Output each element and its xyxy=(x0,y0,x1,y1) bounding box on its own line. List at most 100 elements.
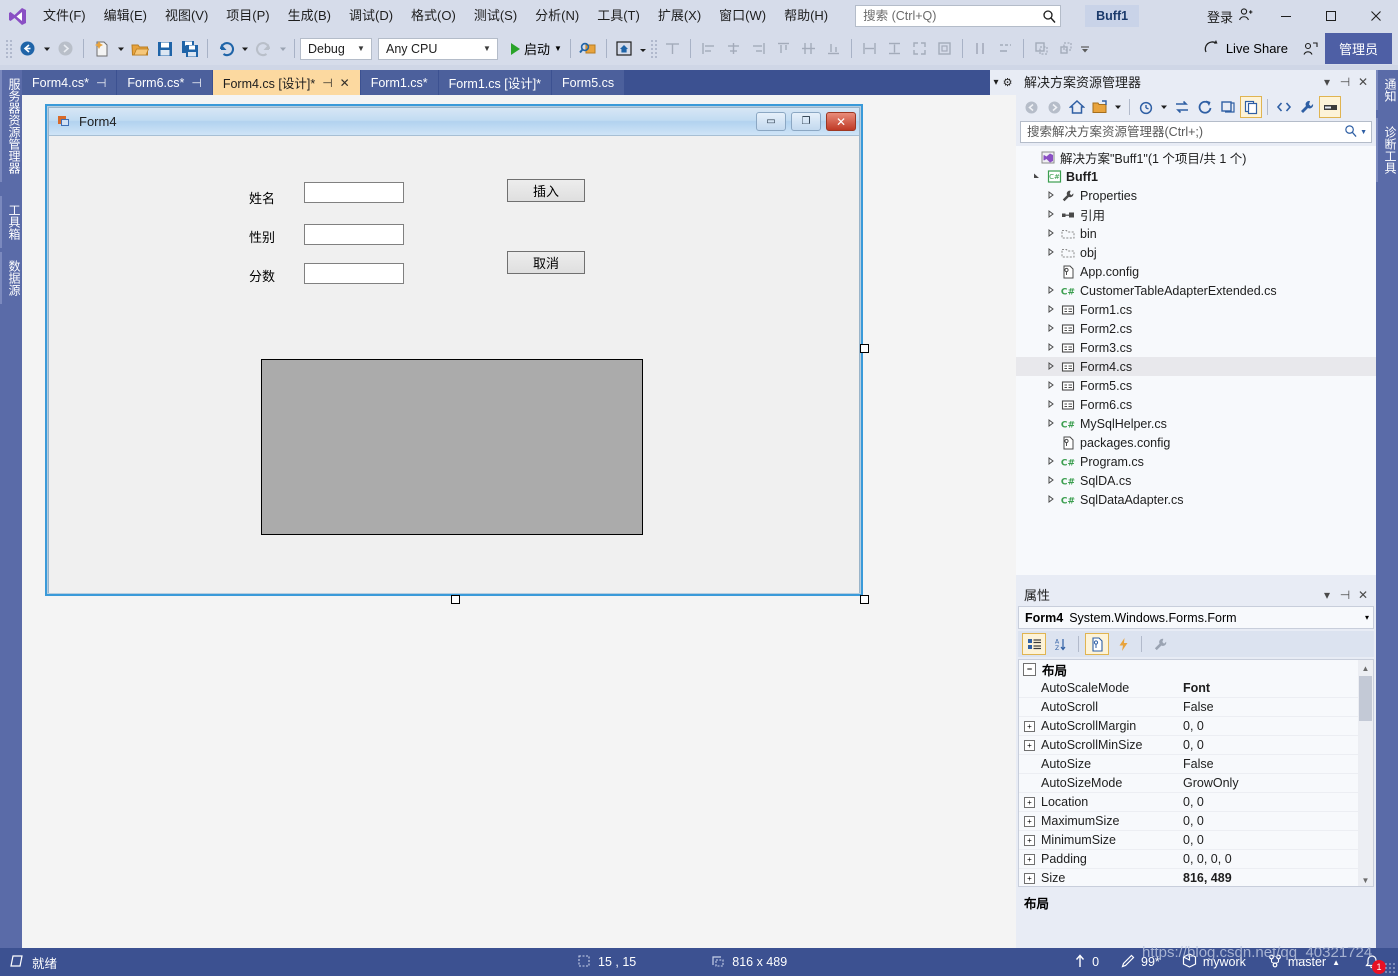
tree-node-form5-cs[interactable]: Form5.cs xyxy=(1016,376,1376,395)
row-expander[interactable]: + xyxy=(1024,815,1035,827)
collapse-all-icon[interactable] xyxy=(1217,96,1239,118)
show-all-files-icon[interactable] xyxy=(1240,96,1262,118)
back-icon[interactable] xyxy=(1020,96,1042,118)
tree-expander[interactable] xyxy=(1044,418,1058,429)
property-pages-wrench-icon[interactable] xyxy=(1148,633,1172,655)
scroll-thumb[interactable] xyxy=(1359,676,1372,721)
row-expander[interactable]: + xyxy=(1024,796,1035,808)
label-gender[interactable]: 性别 xyxy=(249,227,275,246)
menu-extensions[interactable]: 扩展(X) xyxy=(649,0,710,32)
redo-icon[interactable] xyxy=(251,36,276,61)
property-row-autoscalemode[interactable]: AutoScaleMode Font xyxy=(1019,679,1373,698)
tree-expander[interactable] xyxy=(1044,380,1058,391)
history-icon[interactable] xyxy=(1135,96,1157,118)
view-code-icon[interactable] xyxy=(1273,96,1295,118)
row-expander[interactable]: + xyxy=(1024,739,1035,751)
resize-handle-bottom[interactable] xyxy=(451,595,460,604)
tree-expander[interactable] xyxy=(1044,456,1058,467)
property-value[interactable]: 816, 489 xyxy=(1183,871,1373,885)
row-expander[interactable]: + xyxy=(1024,834,1035,846)
tab-overflow-icon[interactable]: ▾ xyxy=(994,77,999,88)
panel-menu-icon[interactable]: ▾ xyxy=(1318,75,1336,89)
tree-node-program-cs[interactable]: C# Program.cs xyxy=(1016,452,1376,471)
navigate-back-dropdown-icon[interactable] xyxy=(40,36,53,61)
pin-icon[interactable]: ⊣ xyxy=(322,76,332,90)
solution-search-input[interactable] xyxy=(1027,125,1345,139)
tree-node-project-buff1[interactable]: C# Buff1 xyxy=(1016,167,1376,186)
tree-node-solution[interactable]: 解决方案"Buff1"(1 个项目/共 1 个) xyxy=(1016,148,1376,167)
property-value[interactable]: False xyxy=(1183,757,1373,771)
tree-node-form2-cs[interactable]: Form2.cs xyxy=(1016,319,1376,338)
branch-caret-icon[interactable]: ▲ xyxy=(1332,958,1340,967)
toolbar-overflow-icon[interactable] xyxy=(1079,36,1092,61)
window-minimize-button[interactable] xyxy=(1263,0,1308,32)
form-maximize-button[interactable]: ❐ xyxy=(791,112,821,131)
send-feedback-icon[interactable] xyxy=(1298,36,1323,61)
tree-expander[interactable] xyxy=(1044,304,1058,315)
property-row-autosizemode[interactable]: AutoSizeMode GrowOnly xyxy=(1019,774,1373,793)
solution-configuration-combo[interactable]: Debug ▼ xyxy=(300,37,372,60)
property-value[interactable]: 0, 0 xyxy=(1183,795,1373,809)
tree-expander[interactable] xyxy=(1044,342,1058,353)
form-minimize-button[interactable]: ▭ xyxy=(756,112,786,131)
sync-icon[interactable] xyxy=(1171,96,1193,118)
scroll-down-icon[interactable]: ▼ xyxy=(1358,872,1373,886)
refresh-icon[interactable] xyxy=(1194,96,1216,118)
tab-form1-cs-design[interactable]: Form1.cs [设计]* xyxy=(438,70,553,95)
tree-expander[interactable] xyxy=(1044,285,1058,296)
window-maximize-button[interactable] xyxy=(1308,0,1353,32)
pin-icon[interactable]: ⊣ xyxy=(191,76,201,90)
save-icon[interactable] xyxy=(152,36,177,61)
form-close-button[interactable]: ✕ xyxy=(826,112,856,131)
tree-node-form1-cs[interactable]: Form1.cs xyxy=(1016,300,1376,319)
sign-in-button[interactable]: 登录 xyxy=(1197,7,1263,26)
solution-explorer-search[interactable]: ▼ xyxy=(1020,121,1372,143)
tree-expander[interactable] xyxy=(1030,172,1044,182)
tree-expander[interactable] xyxy=(1044,399,1058,410)
start-debug-button[interactable]: 启动 ▼ xyxy=(506,36,565,61)
property-row-autoscrollmargin[interactable]: + AutoScrollMargin 0, 0 xyxy=(1019,717,1373,736)
property-value[interactable]: 0, 0 xyxy=(1183,719,1373,733)
menu-project[interactable]: 项目(P) xyxy=(217,0,278,32)
tab-form5-cs[interactable]: Form5.cs xyxy=(552,70,626,95)
save-all-icon[interactable] xyxy=(177,36,202,61)
tree-node-bin[interactable]: bin xyxy=(1016,224,1376,243)
solution-tree[interactable]: 解决方案"Buff1"(1 个项目/共 1 个) C# Buff1 Proper… xyxy=(1016,146,1376,575)
form-designer-canvas[interactable]: Form4 ▭ ❐ ✕ 姓名 性别 分数 插入 取消 xyxy=(22,95,1016,948)
close-icon[interactable]: ✕ xyxy=(1354,75,1372,89)
datagridview[interactable] xyxy=(261,359,643,535)
row-expander[interactable]: + xyxy=(1024,872,1035,884)
new-project-dropdown-icon[interactable] xyxy=(114,36,127,61)
menu-view[interactable]: 视图(V) xyxy=(156,0,217,32)
tree-node-app-config[interactable]: App.config xyxy=(1016,262,1376,281)
search-input[interactable] xyxy=(863,9,1043,23)
gender-textbox[interactable] xyxy=(304,224,404,245)
tree-expander[interactable] xyxy=(1044,228,1058,239)
row-expander[interactable]: + xyxy=(1024,853,1035,865)
properties-page-icon[interactable] xyxy=(1085,633,1109,655)
property-value[interactable]: 0, 0 xyxy=(1183,814,1373,828)
properties-scrollbar[interactable]: ▲ ▼ xyxy=(1358,660,1373,886)
window-close-button[interactable] xyxy=(1353,0,1398,32)
tree-expander[interactable] xyxy=(1044,190,1058,201)
designed-form-form4[interactable]: Form4 ▭ ❐ ✕ 姓名 性别 分数 插入 取消 xyxy=(48,107,860,593)
pin-icon[interactable]: ⊣ xyxy=(96,76,106,90)
pending-changes-button[interactable]: 99* xyxy=(1113,948,1168,976)
chevron-down-icon[interactable] xyxy=(1158,96,1170,118)
tab-form4-cs-design[interactable]: Form4.cs [设计]* ⊣ ✕ xyxy=(212,70,361,95)
rail-tab-diagnostic-tools[interactable]: 诊断工具 xyxy=(1376,118,1398,182)
category-collapse-icon[interactable]: − xyxy=(1023,663,1036,676)
scroll-up-icon[interactable]: ▲ xyxy=(1358,660,1373,676)
close-icon[interactable]: ✕ xyxy=(340,76,350,90)
publish-changes-button[interactable]: 0 xyxy=(1066,948,1107,976)
redo-dropdown-icon[interactable] xyxy=(276,36,289,61)
property-value[interactable]: 0, 0, 0, 0 xyxy=(1183,852,1373,866)
tree-expander[interactable] xyxy=(1044,323,1058,334)
cancel-button[interactable]: 取消 xyxy=(507,251,585,274)
find-icon[interactable] xyxy=(576,36,601,61)
resize-handle-right[interactable] xyxy=(860,344,869,353)
property-row-minimumsize[interactable]: + MinimumSize 0, 0 xyxy=(1019,831,1373,850)
rail-tab-notifications[interactable]: 通知 xyxy=(1376,70,1398,110)
properties-category-layout[interactable]: − 布局 xyxy=(1019,660,1373,679)
pin-icon[interactable]: ⊣ xyxy=(1336,588,1354,602)
